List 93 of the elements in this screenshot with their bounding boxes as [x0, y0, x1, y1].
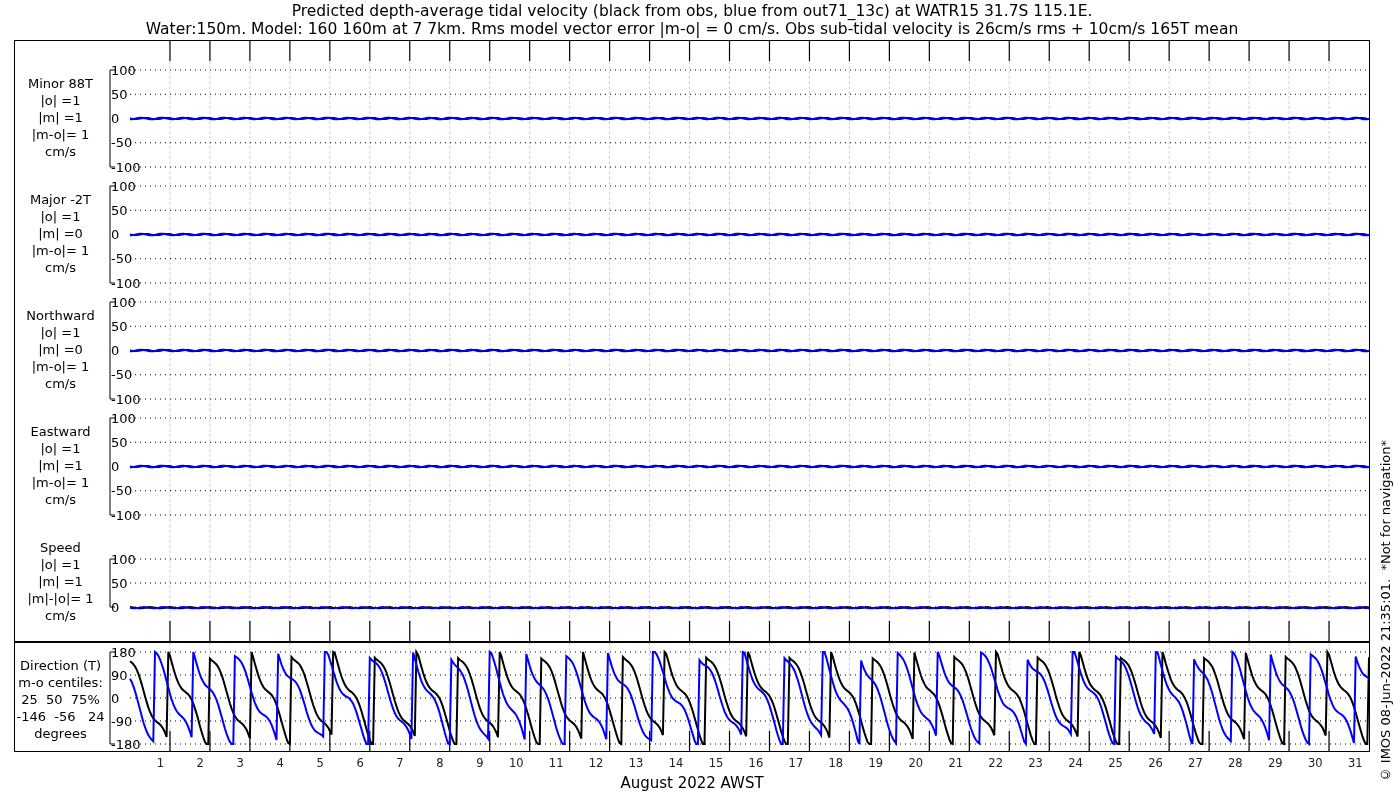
y-tick-label: -100: [111, 159, 141, 175]
y-tick-label: 50: [111, 86, 128, 102]
x-tick-label: 12: [588, 756, 604, 770]
y-tick-label: 100: [111, 294, 136, 310]
panel-label: cm/s: [45, 491, 76, 508]
y-tick-label: 100: [111, 551, 136, 567]
y-tick-label: -100: [111, 507, 141, 523]
y-tick-label: 0: [111, 227, 120, 242]
y-tick-label: 100: [111, 178, 136, 194]
panel-label: |m-o|= 1: [31, 126, 90, 143]
x-tick-label: 5: [316, 756, 324, 770]
y-tick-label: 180: [111, 644, 136, 660]
x-tick-label: 14: [668, 756, 684, 770]
y-tick-label: -50: [111, 251, 133, 267]
panel-label: Northward: [26, 307, 95, 324]
x-tick-label: 28: [1228, 756, 1243, 770]
y-tick-label: 50: [111, 202, 128, 218]
x-tick-label: 16: [748, 756, 764, 770]
y-tick-label: 0: [111, 111, 120, 126]
chart-title: Predicted depth-average tidal velocity (black from obs, blue from out71_13c) at WATR15 31.7S 115.1E.: [291, 2, 1093, 20]
panel-label: cm/s: [45, 375, 76, 392]
panel-label: Direction (T): [20, 657, 101, 674]
y-tick-label: -50: [111, 367, 133, 383]
x-tick-label: 2: [196, 756, 204, 770]
y-tick-label: 50: [111, 575, 128, 591]
x-tick-label: 10: [508, 756, 524, 770]
x-axis-label: August 2022 AWST: [620, 774, 764, 792]
panel-label: |m| =0: [38, 225, 83, 242]
x-tick-label: 29: [1268, 756, 1283, 770]
panel-label: degrees: [34, 725, 87, 742]
y-tick-label: -50: [111, 135, 133, 151]
x-tick-label: 18: [828, 756, 844, 770]
x-tick-label: 22: [988, 756, 1003, 770]
x-tick-label: 9: [476, 756, 484, 770]
y-tick-label: 0: [111, 599, 120, 615]
y-tick-label: -100: [111, 275, 141, 291]
panel-label: |o| =1: [40, 324, 81, 341]
x-tick-label: 4: [276, 756, 284, 770]
x-tick-label: 27: [1188, 756, 1203, 770]
y-tick-label: -90: [111, 713, 133, 729]
x-tick-label: 30: [1307, 756, 1323, 770]
y-tick-label: 100: [111, 410, 136, 426]
x-tick-label: 20: [908, 756, 924, 770]
x-tick-label: 7: [396, 756, 404, 770]
panel-label: Speed: [40, 539, 81, 556]
y-tick-label: 0: [111, 459, 120, 474]
y-tick-label: -100: [111, 391, 141, 407]
chart-subtitle: Water:150m. Model: 160 160m at 7 7km. Rms model vector error |m-o| = 0 cm/s. Obs sub-tidal velocity is 26cm/s rms + 10cm/s 165T mean: [145, 20, 1239, 38]
panel-label: |m|-|o|= 1: [27, 590, 94, 607]
y-tick-label: -180: [111, 736, 141, 751]
x-tick-label: 25: [1108, 756, 1123, 770]
x-tick-label: 24: [1068, 756, 1083, 770]
x-tick-label: 3: [236, 756, 244, 770]
x-tick-label: 17: [788, 756, 804, 770]
panel-label: Eastward: [30, 423, 91, 440]
y-tick-label: 100: [111, 62, 136, 78]
x-tick-label: 1: [156, 756, 164, 770]
panel-label: |m| =1: [38, 109, 83, 126]
y-tick-label: -50: [111, 483, 133, 499]
x-tick-label: 19: [868, 756, 884, 770]
panel-label: |m-o|= 1: [31, 358, 90, 375]
panel-label: |o| =1: [40, 92, 81, 109]
panel-label: 25 50 75%: [21, 691, 100, 708]
panel-label: |m| =0: [38, 341, 83, 358]
x-tick-label: 26: [1148, 756, 1163, 770]
x-tick-label: 6: [356, 756, 364, 770]
x-tick-label: 23: [1028, 756, 1043, 770]
copyright-note: © IMOS 08-Jun-2022 21:35:01. *Not for navigation*: [1377, 439, 1393, 782]
x-tick-label: 13: [628, 756, 644, 770]
panel-label: Minor 88T: [28, 75, 93, 92]
y-tick-label: 50: [111, 318, 128, 334]
y-tick-label: 0: [111, 343, 120, 358]
panel-label: |o| =1: [40, 440, 81, 457]
x-tick-label: 11: [548, 756, 564, 770]
panel-label: cm/s: [45, 607, 76, 624]
panel-label: |m-o|= 1: [31, 474, 90, 491]
y-tick-label: 50: [111, 434, 128, 450]
panel-label: |o| =1: [40, 556, 81, 573]
panel-label: Major -2T: [29, 191, 92, 208]
y-tick-label: 0: [111, 690, 120, 706]
panel-label: m-o centiles:: [18, 674, 103, 691]
panel-label: |m| =1: [38, 457, 83, 474]
panel-label: -146 -56 24: [16, 708, 105, 725]
x-tick-label: 8: [436, 756, 444, 770]
panel-label: |m| =1: [38, 573, 83, 590]
panel-label: |m-o|= 1: [31, 242, 90, 259]
x-tick-label: 15: [708, 756, 724, 770]
panel-label: cm/s: [45, 259, 76, 276]
x-tick-label: 21: [948, 756, 963, 770]
panel-label: |o| =1: [40, 208, 81, 225]
x-tick-label: 31: [1347, 756, 1363, 770]
y-tick-label: 90: [111, 667, 128, 683]
panel-label: cm/s: [45, 143, 76, 160]
